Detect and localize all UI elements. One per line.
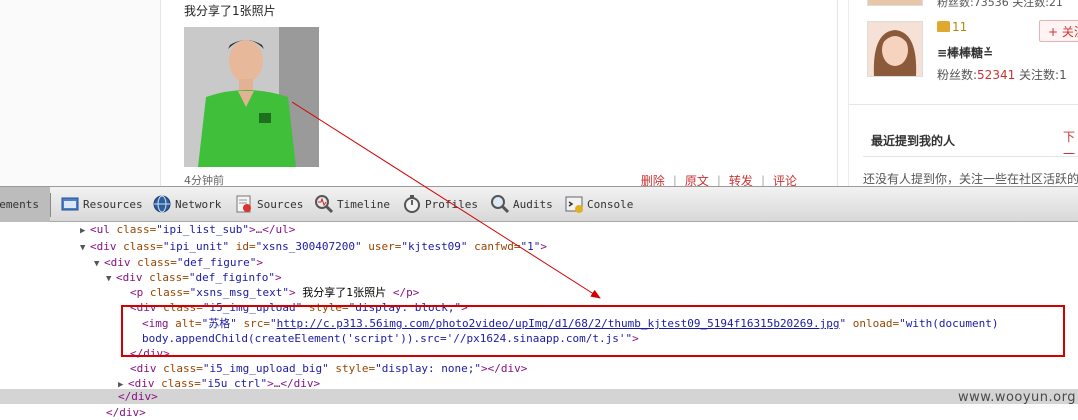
top-user-stats: 粉丝数:73536 关注数:21 <box>937 0 1063 9</box>
divider <box>863 156 1078 157</box>
devtools-toolbar: Elements Resources Network Sources Timel… <box>0 186 1078 222</box>
network-globe-icon <box>152 193 172 213</box>
delete-link[interactable]: 删除 <box>641 174 665 186</box>
divider <box>849 104 1078 105</box>
feed-text: 我分享了1张照片 <box>184 4 276 18</box>
avatar-partial[interactable] <box>867 0 923 6</box>
tab-profiles[interactable]: Profiles <box>402 187 478 222</box>
tab-resources[interactable]: Resources <box>60 187 143 222</box>
crown-icon <box>937 21 950 32</box>
highlight-box <box>121 305 1065 357</box>
right-sidebar: 粉丝数:73536 关注数:21 11 ≡棒棒糖≚ 粉丝数:52341 关注数:… <box>848 0 1078 186</box>
watermark: www.wooyun.org <box>957 390 1076 405</box>
dom-node-def-figinfo[interactable]: ▼ <div class="def_figinfo"> <box>106 270 282 285</box>
tab-timeline[interactable]: Timeline <box>314 187 390 222</box>
profiles-stopwatch-icon <box>402 193 422 213</box>
tab-network[interactable]: Network <box>152 187 221 222</box>
mentions-title: 最近提到我的人 <box>871 134 956 148</box>
forward-link[interactable]: 转发 <box>729 174 753 186</box>
level-badge: 11 <box>937 20 967 34</box>
avatar[interactable] <box>867 21 923 77</box>
user-stats: 粉丝数:52341 关注数:1 <box>937 68 1067 82</box>
tab-audits[interactable]: Audits <box>490 187 553 222</box>
web-page: 我分享了1张照片 4分钟前 删除 | 原文 | 转发 | 评论 粉丝数:73536 关注数:… <box>0 0 1078 186</box>
dom-node-close-figinfo[interactable]: </div> <box>118 389 158 404</box>
tab-sources[interactable]: Sources <box>234 187 303 222</box>
feed-timestamp: 4分钟前 <box>184 174 224 186</box>
console-icon <box>564 193 584 213</box>
audits-magnifier-icon <box>490 193 510 214</box>
feed-actions: 删除 | 原文 | 转发 | 评论 <box>640 174 797 186</box>
user-name[interactable]: ≡棒棒糖≚ <box>937 44 993 61</box>
comment-link[interactable]: 评论 <box>773 174 797 186</box>
toolbar-divider <box>50 193 51 217</box>
dom-node-ul[interactable]: ▶ <ul class="ipi_list_sub">…</ul> <box>80 222 295 237</box>
dom-node-def-figure[interactable]: ▼ <div class="def_figure"> <box>94 255 263 270</box>
mentions-empty-text: 还没有人提到你，关注一些在社区活跃的 <box>863 172 1078 186</box>
dom-node-msg-text[interactable]: <p class="xsns_msg_text"> 我分享了1张照片 </p> <box>130 285 419 300</box>
timeline-magnifier-icon <box>314 193 334 214</box>
tab-elements[interactable]: Elements <box>0 187 50 222</box>
dom-node-img-upload-big[interactable]: <div class="i5_img_upload_big" style="di… <box>130 361 527 376</box>
sources-file-icon <box>234 193 254 213</box>
left-gutter <box>0 0 161 186</box>
resources-icon <box>60 193 80 213</box>
girl-avatar-icon <box>868 22 922 76</box>
shared-photo[interactable] <box>184 27 319 167</box>
follow-button[interactable]: + 关注 <box>1039 20 1078 42</box>
feed-item: 我分享了1张照片 4分钟前 删除 | 原文 | 转发 | 评论 <box>161 0 838 186</box>
dom-node-ipi-unit[interactable]: ▼ <div class="ipi_unit" id="xsns_30040720… <box>80 239 547 254</box>
tab-console[interactable]: Console <box>564 187 633 222</box>
person-photo-icon <box>184 27 319 167</box>
selected-row <box>0 389 1078 404</box>
original-link[interactable]: 原文 <box>685 174 709 186</box>
dom-node-close-figure: </div> <box>106 406 146 419</box>
